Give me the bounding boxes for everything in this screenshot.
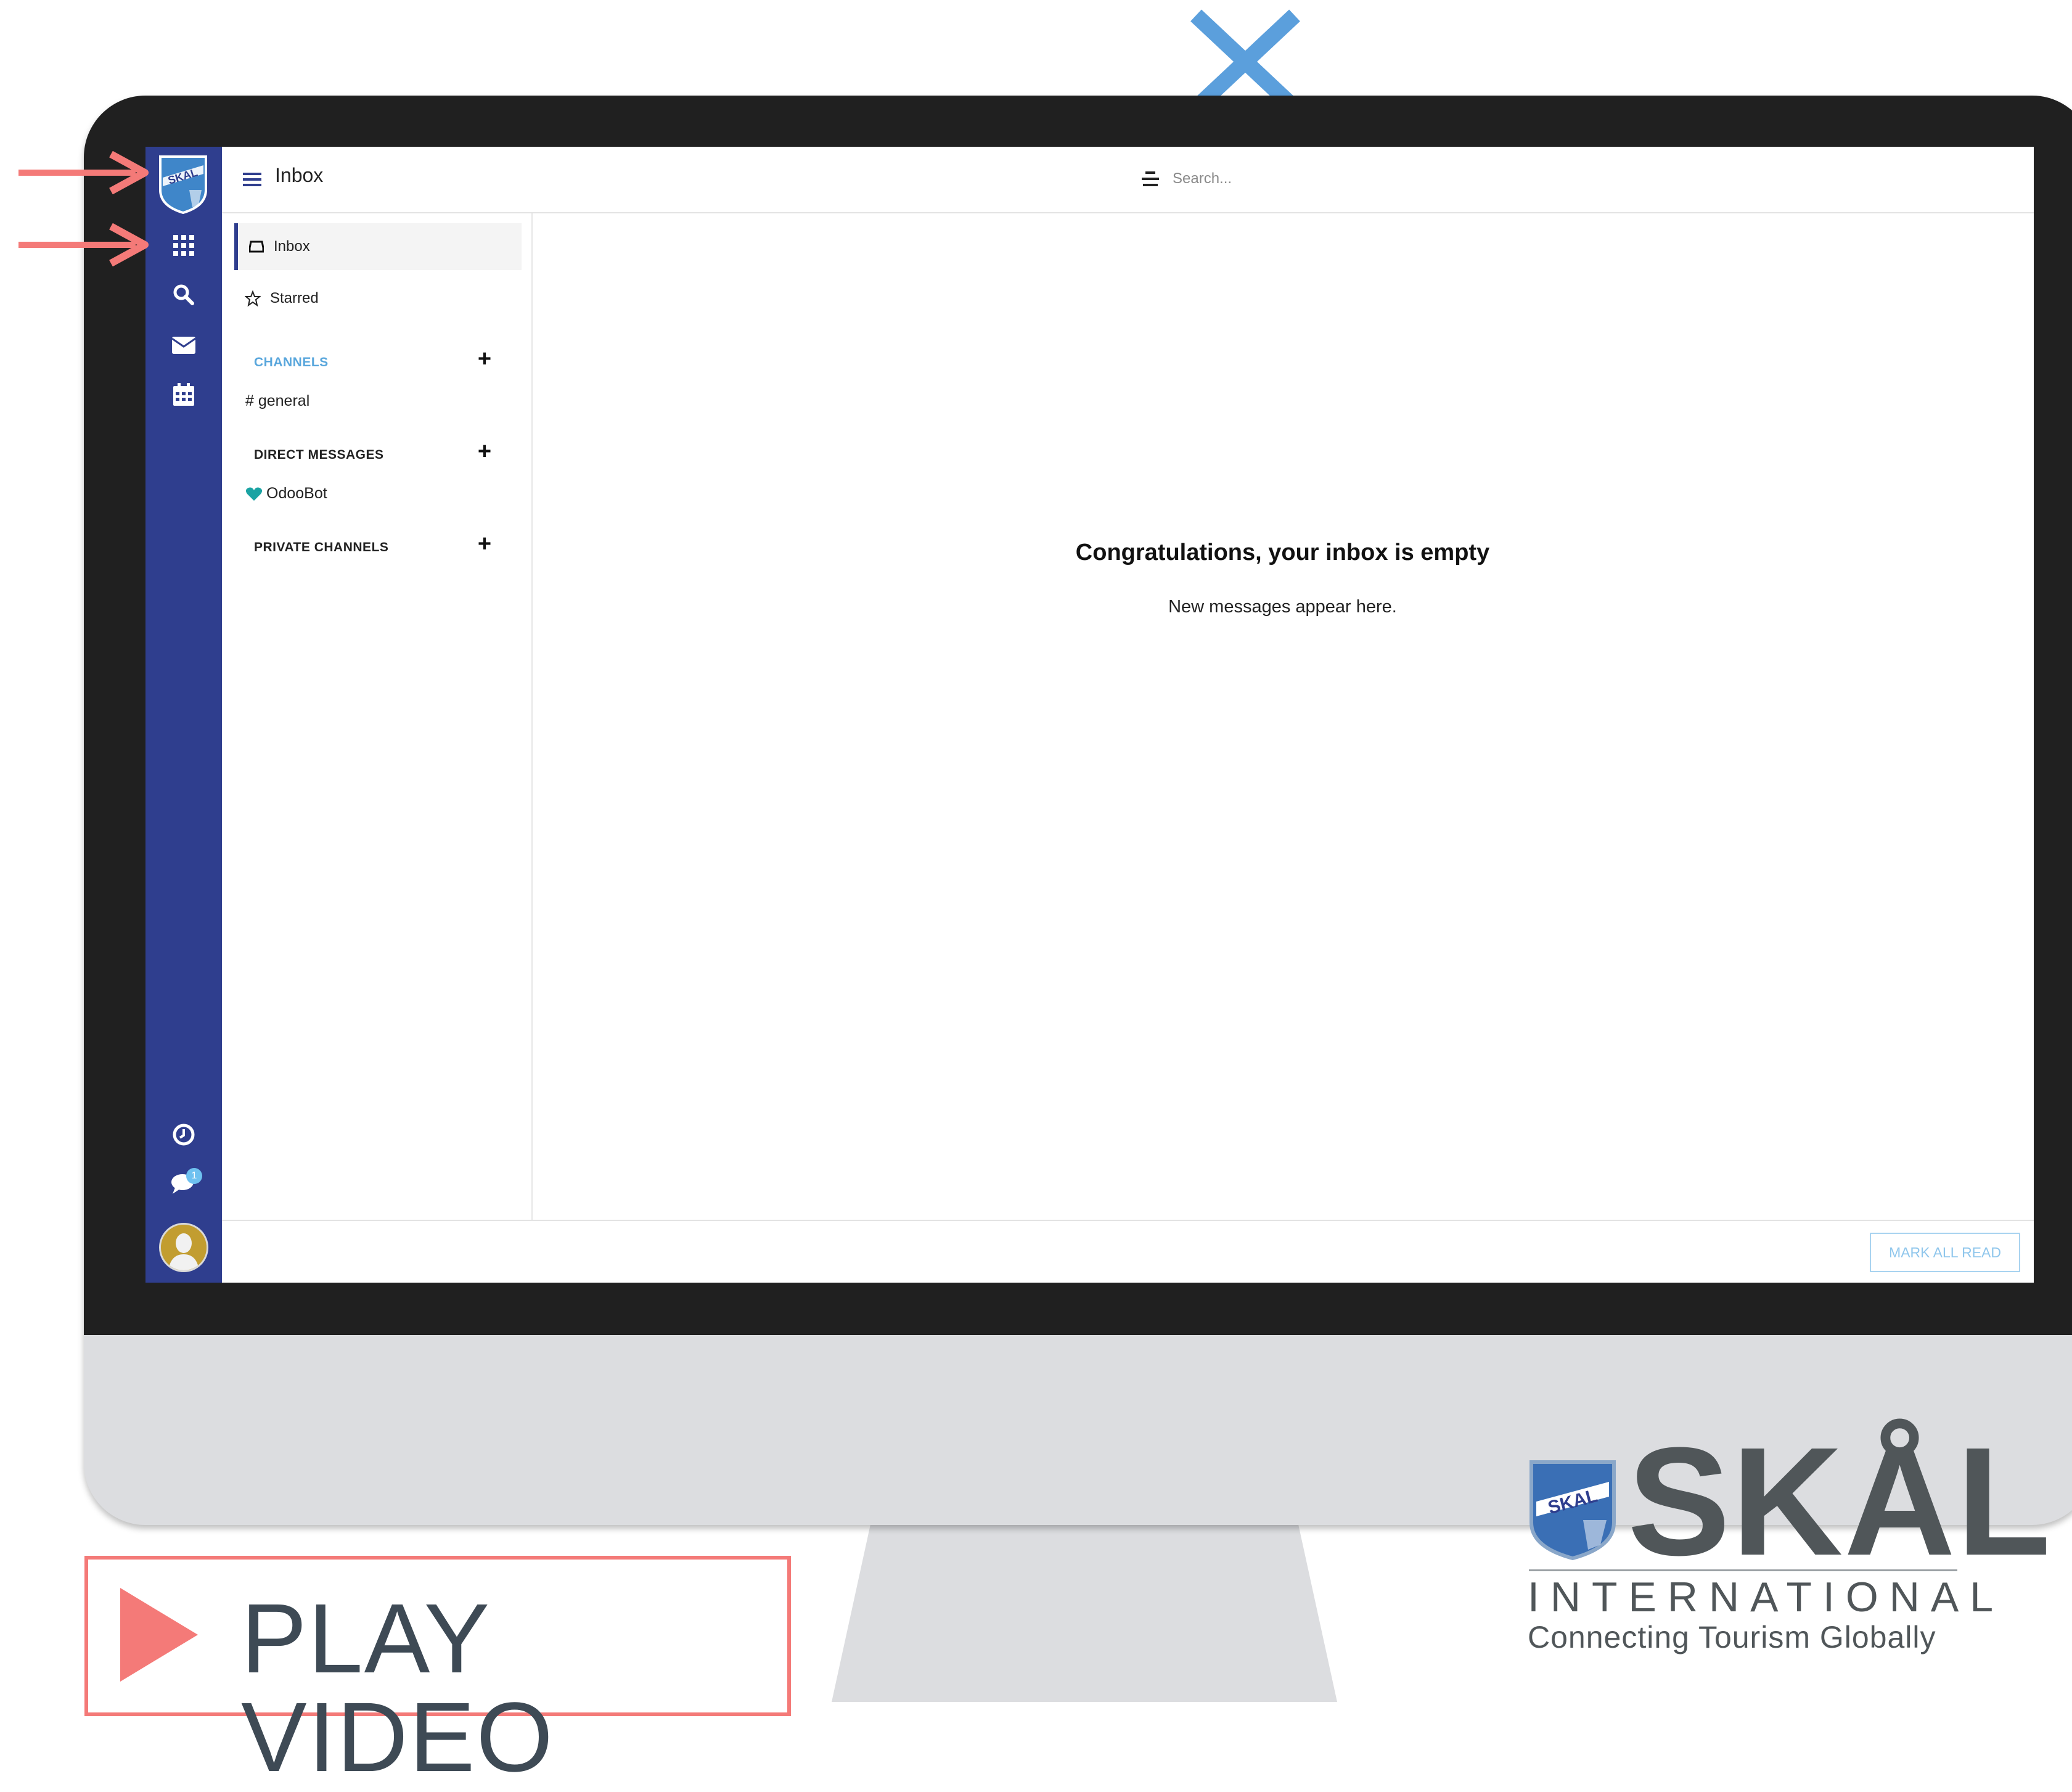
bottom-bar: MARK ALL READ	[222, 1220, 2034, 1283]
monitor-stand	[832, 1517, 1337, 1702]
brand-logo: SKAL	[1529, 1460, 1616, 1561]
search-input[interactable]	[1171, 163, 1494, 195]
private-channels-title: PRIVATE CHANNELS	[254, 540, 389, 554]
dm-odoobot-label: OdooBot	[266, 485, 327, 502]
arrow-right-icon	[18, 223, 149, 266]
play-icon	[120, 1588, 198, 1682]
avatar[interactable]	[159, 1223, 208, 1272]
inbox-icon	[244, 240, 269, 253]
play-video-button[interactable]: PLAY VIDEO	[84, 1556, 791, 1786]
add-channel-button[interactable]: +	[473, 347, 496, 371]
search-icon[interactable]	[145, 282, 222, 307]
nav-inbox-label: Inbox	[274, 238, 310, 255]
chat-notification-badge: 1	[186, 1168, 202, 1184]
nav-starred[interactable]: Starred	[234, 275, 518, 322]
menu-toggle-icon[interactable]	[243, 171, 261, 187]
calendar-icon[interactable]	[145, 382, 222, 407]
brand-name: SKÅL	[1628, 1415, 2052, 1587]
app-sidebar: SKAL 1	[145, 147, 222, 1283]
page-title: Inbox	[275, 164, 324, 186]
top-bar: Inbox	[222, 147, 2034, 213]
arrow-right-icon	[18, 151, 149, 194]
channels-title[interactable]: CHANNELS	[254, 355, 329, 370]
empty-inbox-title: Congratulations, your inbox is empty	[1075, 540, 1490, 565]
filter-icon[interactable]	[1140, 170, 1160, 189]
add-direct-message-button[interactable]: +	[473, 440, 496, 464]
heart-icon	[245, 487, 263, 501]
add-private-channel-button[interactable]: +	[473, 532, 496, 556]
channel-general[interactable]: # general	[245, 392, 309, 410]
search-bar	[1140, 163, 1510, 195]
nav-starred-label: Starred	[270, 290, 319, 306]
company-logo[interactable]: SKAL	[155, 153, 211, 215]
brand-tagline: Connecting Tourism Globally	[1528, 1620, 1936, 1654]
brand-divider	[1529, 1569, 1957, 1571]
direct-messages-title: DIRECT MESSAGES	[254, 448, 384, 462]
chat-icon[interactable]	[145, 1170, 222, 1198]
brand-subtitle: INTERNATIONAL	[1528, 1574, 2005, 1621]
empty-inbox-subtitle: New messages appear here.	[1168, 597, 1397, 617]
clock-icon[interactable]	[145, 1122, 222, 1147]
dm-odoobot[interactable]: OdooBot	[245, 485, 327, 503]
nav-inbox[interactable]: Inbox	[234, 223, 522, 270]
mailbox-panel: Inbox Starred CHANNELS + # general DIREC…	[222, 213, 533, 1220]
play-video-label: PLAY VIDEO	[241, 1583, 554, 1792]
star-icon	[240, 290, 265, 306]
envelope-icon[interactable]	[145, 333, 222, 358]
mark-all-read-button[interactable]: MARK ALL READ	[1870, 1233, 2020, 1272]
apps-grid-icon[interactable]	[145, 233, 222, 258]
app-screen: SKAL 1 Inbox Search... Inbox Starred CHA…	[145, 147, 2034, 1283]
